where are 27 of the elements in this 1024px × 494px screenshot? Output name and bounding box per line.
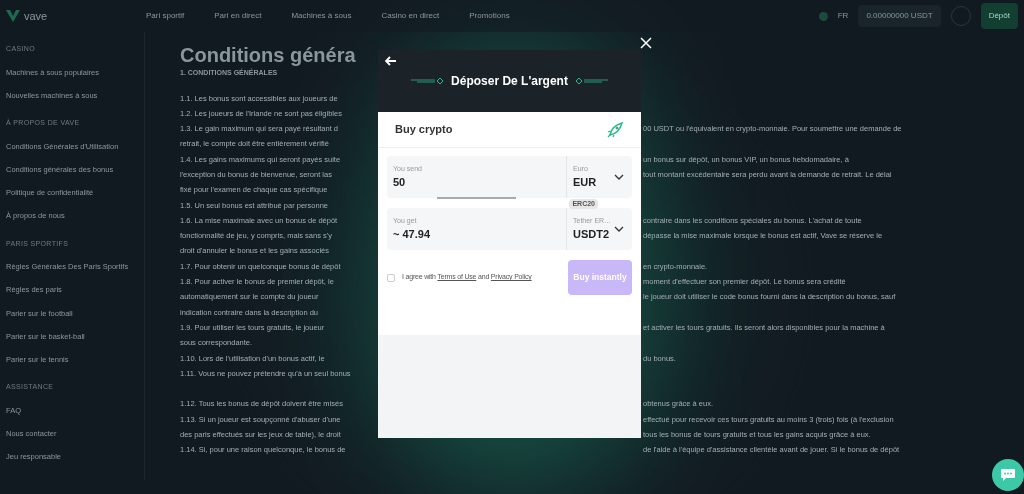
flag-icon <box>818 11 828 21</box>
balance-selector[interactable]: 0.00000000 USDT <box>858 5 941 27</box>
currency-code: EUR <box>573 175 598 190</box>
close-icon[interactable] <box>640 37 652 49</box>
logo-icon <box>6 10 20 22</box>
modal-title: Déposer De L'argent <box>451 73 568 90</box>
field-value: 50 <box>393 175 407 190</box>
decoration-icon <box>411 77 446 85</box>
nav-link[interactable]: Promotions <box>469 10 510 22</box>
chevron-down-icon <box>614 174 624 180</box>
language-selector[interactable]: FR <box>837 10 849 22</box>
chevron-down-icon <box>614 226 624 232</box>
decoration-icon <box>573 77 608 85</box>
rocket-icon <box>606 120 624 139</box>
nav-link[interactable]: Pari sportif <box>146 10 185 22</box>
nav-link[interactable]: Machines à sous <box>291 10 352 22</box>
back-arrow-icon[interactable] <box>385 56 397 66</box>
currency-code: USDT2 <box>573 227 611 242</box>
nav-link[interactable]: Pari en direct <box>214 10 262 22</box>
page-title: Conditions généra <box>180 43 356 68</box>
deposit-button[interactable]: Dépôt <box>980 3 1018 29</box>
logo-text[interactable]: vave <box>24 7 48 25</box>
chat-icon[interactable] <box>992 459 1024 491</box>
nav-link[interactable]: Casino en direct <box>381 10 440 22</box>
agree-checkbox[interactable] <box>387 273 395 282</box>
field-value: ~ 47.94 <box>393 227 431 242</box>
widget-title: Buy crypto <box>395 122 453 138</box>
